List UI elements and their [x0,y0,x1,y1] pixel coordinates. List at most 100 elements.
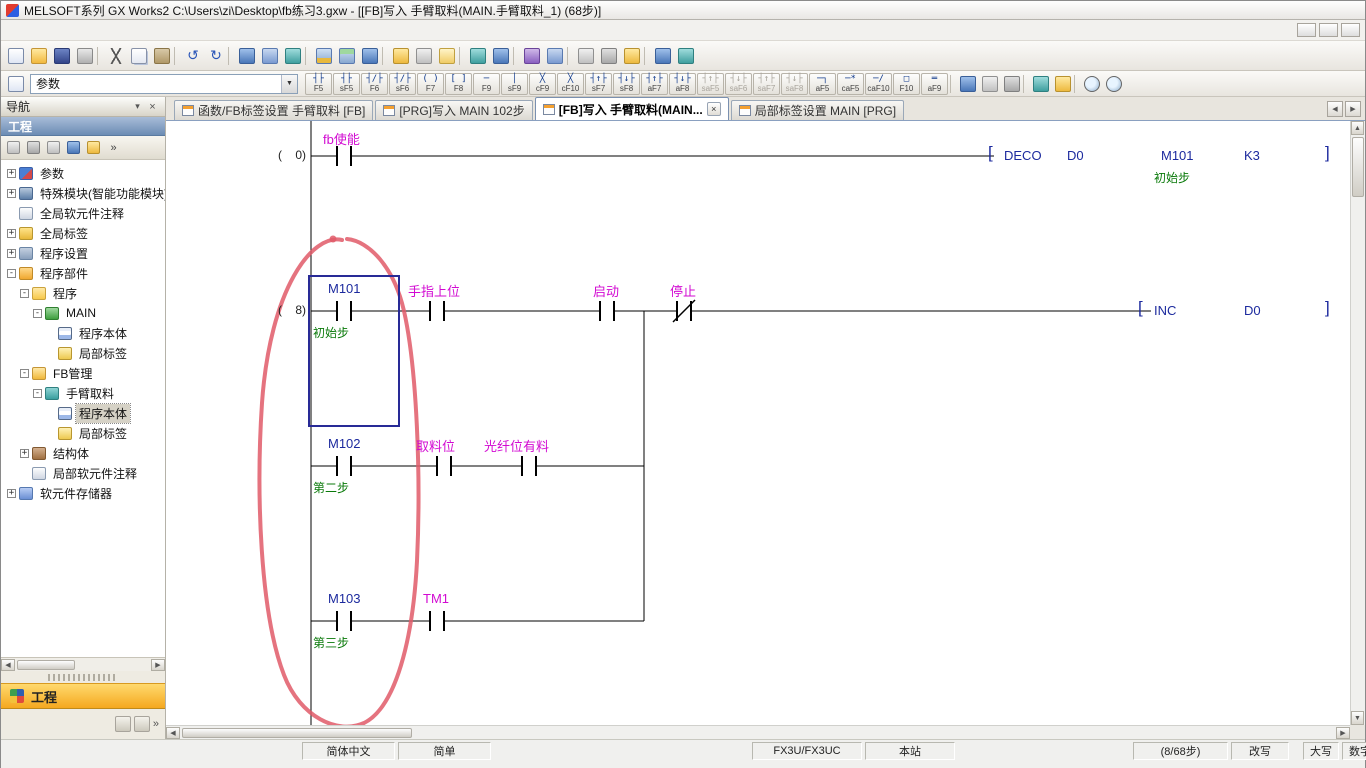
ladder-symbol-button[interactable]: ─┐ aF5 [809,73,836,95]
scroll-up-icon[interactable] [1351,121,1364,135]
horizontal-scrollbar[interactable] [166,725,1350,739]
cross-reference-button[interactable] [652,45,674,67]
tree-expander[interactable]: - [20,289,29,298]
separator[interactable] [174,45,181,67]
separator[interactable] [644,45,651,67]
separator[interactable] [228,45,235,67]
redo-button[interactable] [205,45,227,67]
separator[interactable] [1074,73,1081,95]
tab-close-button[interactable]: × [707,102,721,116]
tree-expander[interactable]: - [33,389,42,398]
tree-expander[interactable]: + [7,229,16,238]
more-buttons-chevron[interactable] [153,718,159,730]
minimize-button[interactable] [1282,3,1306,18]
compile-all-button[interactable] [259,45,281,67]
device-display-button[interactable] [1030,73,1052,95]
write-to-plc-button[interactable] [313,45,335,67]
sampling-trace-button[interactable] [544,45,566,67]
monitor-write-button[interactable] [436,45,458,67]
close-button[interactable] [1336,3,1360,18]
menu-item[interactable] [69,28,85,32]
separator[interactable] [459,45,466,67]
tab-scroll-right-icon[interactable] [1345,101,1361,117]
tree-expander[interactable]: + [7,489,16,498]
ladder-symbol-button[interactable]: ┤↑├ sF7 [585,73,612,95]
menu-item[interactable] [37,28,53,32]
menu-item[interactable] [149,28,165,32]
scrollbar-thumb[interactable] [182,728,412,738]
tree-item-intelligent-module[interactable]: + 特殊模块(智能功能模块) [1,183,165,203]
tree-item-main[interactable]: - MAIN [1,303,165,323]
scroll-left-icon[interactable] [166,727,180,739]
target-select-combo[interactable]: 参数 [30,74,298,94]
nav-info-button[interactable] [64,138,83,157]
ladder-symbol-button[interactable]: │ sF9 [501,73,528,95]
splitter-grip[interactable] [48,674,118,681]
tree-item-device-memory[interactable]: + 软元件存储器 [1,483,165,503]
undo-button[interactable] [182,45,204,67]
scroll-right-icon[interactable] [151,659,165,671]
tree-expander[interactable]: + [7,189,16,198]
ladder-symbol-button[interactable]: ┤/├ sF6 [389,73,416,95]
tree-item-fb-arm-pick[interactable]: - 手臂取料 [1,383,165,403]
verify-with-plc-button[interactable] [359,45,381,67]
tree-item-structure[interactable]: + 结构体 [1,443,165,463]
tree-item-parameter[interactable]: + 参数 [1,163,165,183]
ladder-symbol-button[interactable]: ┤├ F5 [305,73,332,95]
tree-expander[interactable]: + [7,169,16,178]
ladder-symbol-button[interactable]: ┤↓├ saF6 [725,73,752,95]
project-view-button[interactable]: 工程 [1,683,165,709]
tab-prg-main[interactable]: [PRG]写入 MAIN 102步 [375,100,532,120]
paste-button[interactable] [151,45,173,67]
nav-filter-button[interactable] [4,138,23,157]
menu-item[interactable] [5,28,21,32]
intelligent-module-button[interactable] [521,45,543,67]
tree-expander[interactable]: + [20,449,29,458]
user-library-button[interactable] [115,716,131,732]
ladder-symbol-button[interactable]: [ ] F8 [445,73,472,95]
ladder-symbol-button[interactable]: ┤↓├ saF8 [781,73,808,95]
watch-window-button[interactable] [467,45,489,67]
device-list-button[interactable] [675,45,697,67]
copy-button[interactable] [128,45,150,67]
note-button[interactable] [598,45,620,67]
ladder-symbol-button[interactable]: ─/ caF10 [865,73,892,95]
tree-item-fb-local-label[interactable]: 局部标签 [1,423,165,443]
scroll-right-icon[interactable] [1336,727,1350,739]
tree-item-main-local-label[interactable]: 局部标签 [1,343,165,363]
tree-item-global-comment[interactable]: 全局软元件注释 [1,203,165,223]
scroll-left-icon[interactable] [1,659,15,671]
vertical-scrollbar[interactable] [1350,121,1365,725]
tree-item-global-label[interactable]: + 全局标签 [1,223,165,243]
program-check-button[interactable] [282,45,304,67]
ladder-symbol-button[interactable]: ┤↑├ aF7 [641,73,668,95]
ladder-symbol-button[interactable]: □ F10 [893,73,920,95]
menu-item[interactable] [133,28,149,32]
menu-item[interactable] [85,28,101,32]
menu-item[interactable] [165,28,181,32]
ladder-symbol-button[interactable]: ┤↑├ saF7 [753,73,780,95]
close-icon[interactable] [145,101,160,113]
ladder-symbol-button[interactable]: ┤├ sF5 [333,73,360,95]
save-button[interactable] [51,45,73,67]
tree-item-fb-management[interactable]: - FB管理 [1,363,165,383]
tree-expander[interactable]: - [20,369,29,378]
comment-display-button[interactable] [1052,73,1074,95]
device-monitor-button[interactable] [490,45,512,67]
window-list-button[interactable] [5,73,27,95]
ladder-symbol-button[interactable]: ─* caF5 [837,73,864,95]
read-from-plc-button[interactable] [336,45,358,67]
separator[interactable] [567,45,574,67]
nav-more-button[interactable] [104,138,123,157]
tree-item-main-body[interactable]: 程序本体 [1,323,165,343]
monitor-start-button[interactable] [390,45,412,67]
ladder-symbol-button[interactable]: ┤↓├ aF8 [669,73,696,95]
find-button[interactable] [1081,73,1103,95]
ladder-symbol-button[interactable]: ╳ cF9 [529,73,556,95]
statement-button[interactable] [575,45,597,67]
ladder-symbol-button[interactable]: ╳ cF10 [557,73,584,95]
tab-local-label-main[interactable]: 局部标签设置 MAIN [PRG] [731,100,904,120]
tab-scroll-left-icon[interactable] [1327,101,1343,117]
cut-button[interactable] [105,45,127,67]
print-button[interactable] [74,45,96,67]
